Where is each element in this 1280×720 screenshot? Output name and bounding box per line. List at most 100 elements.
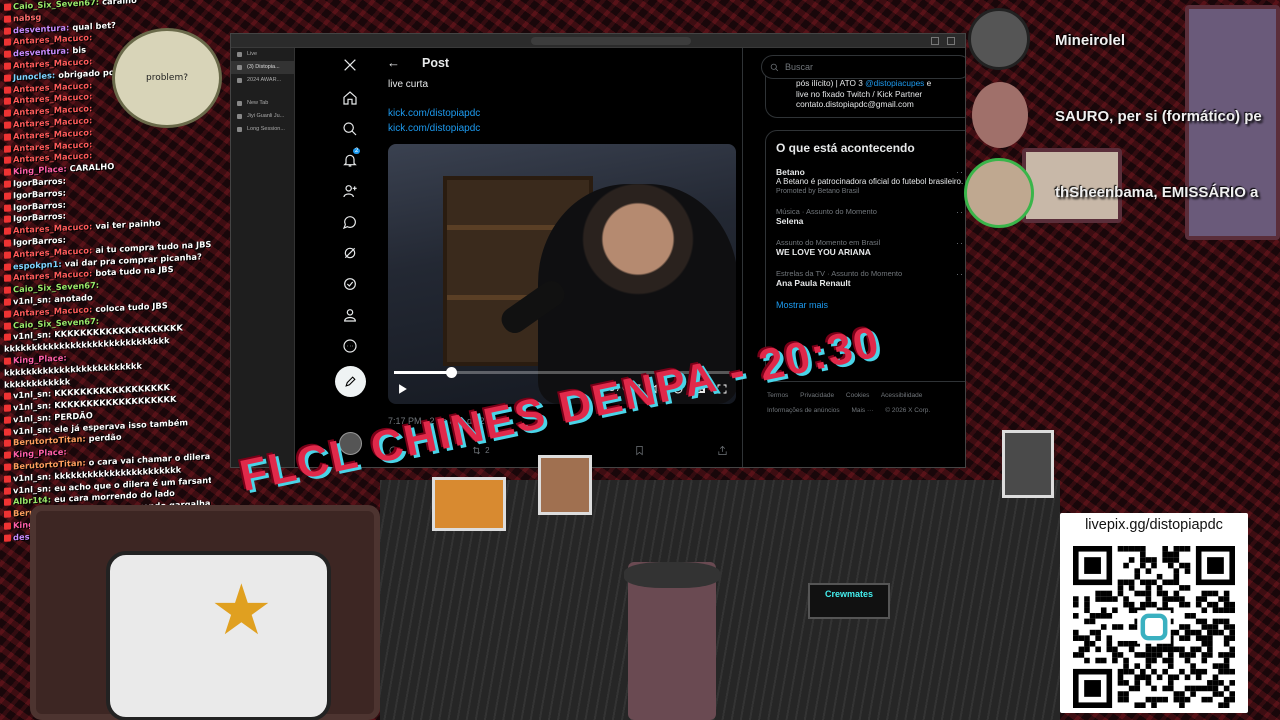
profile-icon[interactable] (335, 302, 365, 328)
notification-count-badge: 2 (353, 148, 361, 154)
follow-person-icon[interactable] (335, 178, 365, 204)
chat-badge-icon (4, 3, 11, 11)
qr-code-icon (1073, 546, 1235, 708)
tv-frame: ★ (30, 505, 380, 720)
search-placeholder: Buscar (785, 62, 814, 72)
profile-bio-card: pós ilícito) | ATO 3 @distopiacupes e li… (765, 76, 965, 118)
video-scrubber-handle[interactable] (446, 367, 458, 378)
chat-badge-icon (4, 50, 11, 58)
post-header-title: Post (422, 55, 450, 70)
chat-username[interactable]: v1nl_sn: (13, 389, 51, 401)
chat-badge-icon (4, 180, 11, 188)
trend-more-options-icon[interactable]: ··· (956, 167, 965, 177)
right-sidebar: Buscar pós ilícito) | ATO 3 @distopiacup… (755, 48, 965, 467)
chat-badge-icon (4, 192, 11, 200)
trend-more-options-icon[interactable]: ··· (956, 207, 965, 217)
chat-username[interactable]: Junocles: (13, 70, 55, 82)
chat-username[interactable]: IgorBarros: (13, 175, 66, 188)
chat-text: PERDÃO (54, 410, 93, 423)
chat-badge-icon (4, 298, 11, 306)
chat-username[interactable]: desventura: (13, 46, 69, 59)
footer-link[interactable]: Acessibilidade (881, 392, 923, 399)
chat-username[interactable]: v1nl_sn: (13, 471, 51, 483)
chat-badge-icon (4, 487, 11, 495)
trend-more-options-icon[interactable]: ··· (956, 269, 965, 279)
chat-username[interactable]: espokpn1: (13, 258, 62, 271)
post-link[interactable]: kick.com/distopiapdc (388, 108, 480, 119)
browser-tab[interactable]: Jiyi Guanli Ju... (231, 110, 294, 123)
browser-tab[interactable]: Live (231, 48, 294, 61)
trend-item[interactable]: Estrelas da TV · Assunto do Momento Ana P… (776, 269, 965, 288)
trend-item[interactable]: Música · Assunto do MomentoSelena ··· (776, 207, 965, 226)
trend-name: Betano (776, 167, 805, 177)
chat-text: caralho (102, 0, 137, 7)
tts-message: thSheenbama, EMISSÁRIO a (1055, 184, 1259, 201)
footer-link[interactable]: Termos (767, 392, 788, 399)
browser-tab[interactable]: 2024 AWAR... (231, 74, 294, 87)
chat-username[interactable]: IgorBarros: (13, 211, 66, 224)
minimize-button[interactable] (931, 37, 939, 45)
more-options-icon[interactable] (335, 333, 365, 359)
chat-username[interactable]: nabsg (13, 12, 41, 23)
chat-badge-icon (4, 522, 11, 530)
notifications-bell-icon[interactable]: 2 (335, 147, 365, 173)
browser-tab[interactable]: Long Session... (231, 123, 294, 136)
trend-description: A Betano é patrocinadora oficial do fute… (776, 177, 964, 186)
bookmark-button[interactable] (634, 445, 645, 456)
chat-username[interactable]: v1nl_sn: (13, 412, 51, 424)
trend-item[interactable]: Betano A Betano é patrocinadora oficial d… (776, 167, 965, 195)
chat-username[interactable]: IgorBarros: (13, 234, 66, 247)
chat-badge-icon (4, 144, 11, 153)
trend-name: Selena (776, 216, 804, 226)
chat-text: vai ter painho (95, 217, 161, 232)
chat-badge-icon (4, 109, 11, 117)
chat-username[interactable]: v1nl_sn: (13, 424, 51, 436)
chat-badge-icon (4, 333, 11, 342)
close-window-button[interactable] (947, 37, 955, 45)
chat-username[interactable]: King_Place: (13, 447, 67, 460)
chat-username[interactable]: IgorBarros: (13, 199, 66, 212)
chat-badge-icon (4, 203, 11, 212)
chat-badge-icon (4, 74, 11, 82)
home-icon[interactable] (335, 85, 365, 111)
footer-link[interactable]: Cookies (846, 392, 869, 399)
chat-username[interactable]: King_Place: (13, 164, 67, 177)
trend-item[interactable]: Assunto do Momento em Brasil WE LOVE YOU … (776, 238, 965, 257)
grok-icon[interactable] (335, 240, 365, 266)
ape-sticker (432, 477, 506, 531)
address-bar[interactable] (531, 37, 691, 45)
footer-links: Termos Privacidade Cookies Acessibilidad… (767, 388, 957, 418)
new-tab-button[interactable]: New Tab (231, 97, 294, 110)
trend-name: WE LOVE YOU ARIANA (776, 247, 871, 257)
compose-post-button[interactable] (335, 366, 366, 397)
bio-mention-link[interactable]: @distopiacupes (865, 78, 924, 88)
chat-username[interactable]: IgorBarros: (13, 187, 66, 200)
chat-badge-icon (4, 97, 11, 106)
share-button[interactable] (717, 445, 728, 456)
bookmark-icon (636, 446, 643, 456)
verified-badge-icon[interactable] (335, 271, 365, 297)
chat-username[interactable]: v1nl_sn: (13, 483, 51, 495)
chat-username[interactable]: v1nl_sn: (13, 400, 51, 412)
play-icon[interactable] (396, 383, 408, 395)
chat-username[interactable]: King_Place: (13, 352, 67, 365)
chat-username[interactable]: v1nl_sn: (13, 330, 51, 342)
back-arrow-icon[interactable]: ← (387, 55, 400, 70)
chat-badge-icon (4, 15, 11, 23)
tts-message: SAURO, per si (formático) pe (1055, 108, 1262, 125)
footer-link[interactable]: Privacidade (800, 392, 834, 399)
chat-username[interactable]: v1nl_sn: (13, 294, 51, 306)
post-link[interactable]: kick.com/distopiapdc (388, 123, 480, 134)
x-logo-icon[interactable] (335, 52, 365, 78)
trend-name: Ana Paula Renault (776, 278, 851, 288)
browser-tab-active[interactable]: (3) Distopia... (231, 61, 294, 74)
messages-icon[interactable] (335, 209, 365, 235)
explore-search-icon[interactable] (335, 116, 365, 142)
chat-username[interactable]: desventura: (13, 22, 69, 35)
trend-more-options-icon[interactable]: ··· (956, 238, 965, 248)
footer-link[interactable]: Informações de anúncios (767, 407, 840, 414)
chat-badge-icon (4, 274, 11, 283)
chat-badge-icon (4, 534, 11, 542)
footer-link[interactable]: Mais ··· (851, 407, 873, 414)
chat-badge-icon (4, 262, 11, 271)
